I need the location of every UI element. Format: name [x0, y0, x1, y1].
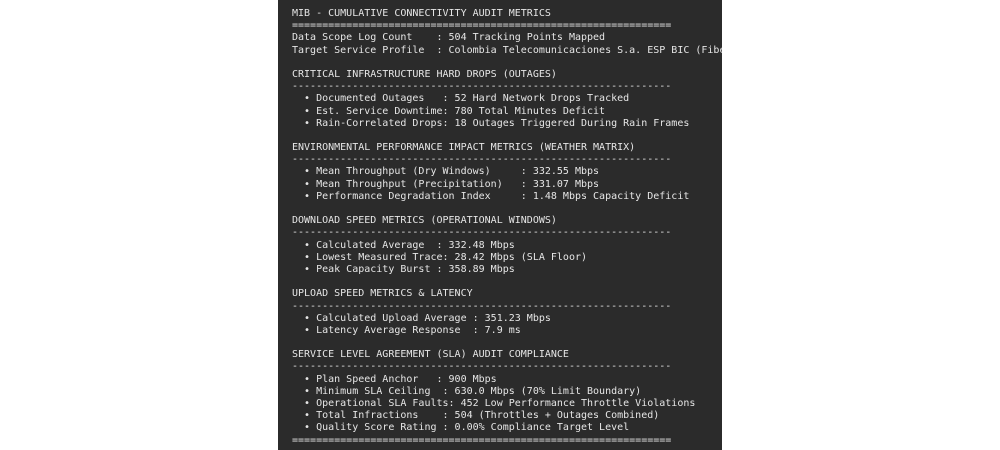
audit-report: MIB - CUMULATIVE CONNECTIVITY AUDIT METR… — [278, 0, 722, 447]
rule-single: ----------------------------------------… — [292, 227, 672, 239]
rule-single: ----------------------------------------… — [292, 81, 672, 93]
rule-single: ----------------------------------------… — [292, 361, 672, 373]
list-item: • Minimum SLA Ceiling : 630.0 Mbps (70% … — [292, 385, 642, 397]
list-item: • Rain-Correlated Drops: 18 Outages Trig… — [292, 117, 690, 129]
list-item: • Peak Capacity Burst : 358.89 Mbps — [292, 263, 515, 275]
outages-heading: CRITICAL INFRASTRUCTURE HARD DROPS (OUTA… — [292, 68, 557, 80]
terminal-window: MIB - CUMULATIVE CONNECTIVITY AUDIT METR… — [278, 0, 722, 450]
sla-heading: SERVICE LEVEL AGREEMENT (SLA) AUDIT COMP… — [292, 349, 569, 361]
list-item: • Calculated Upload Average : 351.23 Mbp… — [292, 312, 551, 324]
list-item: • Mean Throughput (Dry Windows) : 332.55… — [292, 166, 600, 178]
list-item: • Lowest Measured Trace: 28.42 Mbps (SLA… — [292, 251, 588, 263]
rule-double: ========================================… — [292, 434, 672, 446]
list-item: • Total Infractions : 504 (Throttles + O… — [292, 410, 660, 422]
list-item: • Calculated Average : 332.48 Mbps — [292, 239, 515, 251]
data-scope-line: Data Scope Log Count : 504 Tracking Poin… — [292, 32, 606, 44]
upload-heading: UPLOAD SPEED METRICS & LATENCY — [292, 288, 473, 300]
list-item: • Documented Outages : 52 Hard Network D… — [292, 93, 630, 105]
rule-single: ----------------------------------------… — [292, 154, 672, 166]
list-item: • Operational SLA Faults: 452 Low Perfor… — [292, 398, 696, 409]
service-profile-line: Target Service Profile : Colombia Teleco… — [292, 44, 722, 56]
weather-heading: ENVIRONMENTAL PERFORMANCE IMPACT METRICS… — [292, 142, 636, 154]
rule-double: ========================================… — [292, 20, 672, 32]
list-item: • Est. Service Downtime: 780 Total Minut… — [292, 105, 606, 117]
list-item: • Latency Average Response : 7.9 ms — [292, 324, 521, 336]
list-item: • Plan Speed Anchor : 900 Mbps — [292, 373, 497, 385]
list-item: • Quality Score Rating : 0.00% Complianc… — [292, 422, 630, 434]
list-item: • Performance Degradation Index : 1.48 M… — [292, 190, 690, 202]
download-heading: DOWNLOAD SPEED METRICS (OPERATIONAL WIND… — [292, 215, 557, 227]
report-title: MIB - CUMULATIVE CONNECTIVITY AUDIT METR… — [292, 8, 551, 19]
list-item: • Mean Throughput (Precipitation) : 331.… — [292, 178, 600, 190]
rule-single: ----------------------------------------… — [292, 300, 672, 312]
